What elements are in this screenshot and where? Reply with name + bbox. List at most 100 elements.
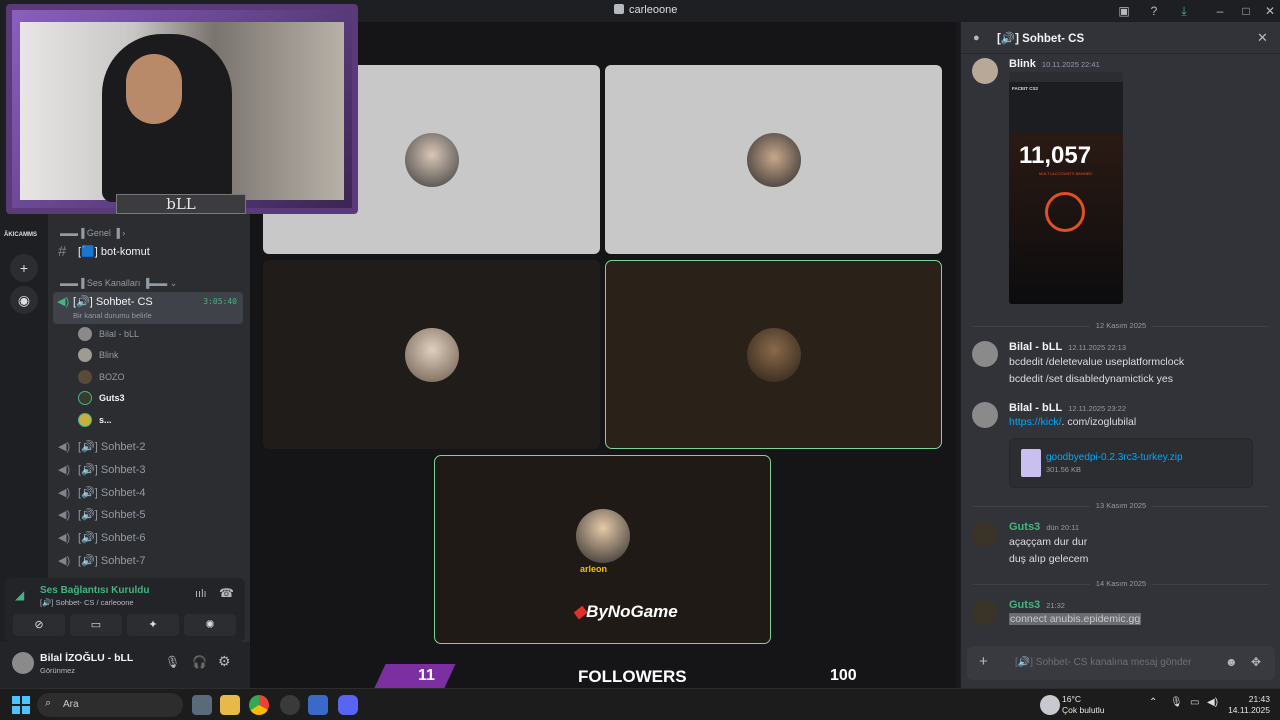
noise-suppression-icon[interactable]: ıılı <box>195 588 207 600</box>
image-attachment[interactable]: FACEIT CS2 11,057 MULTI-ACCOUNTS BANNED <box>1009 72 1123 304</box>
add-attachment-icon[interactable]: + <box>979 653 988 670</box>
participant-tile[interactable] <box>605 65 942 254</box>
attachment-brand: FACEIT CS2 <box>1012 86 1039 91</box>
voice-location[interactable]: [🔊] Sohbet- CS / carleoone <box>40 598 134 607</box>
message-author[interactable]: Guts3 21:32 <box>1009 599 1065 611</box>
followers-progress-fill <box>374 664 456 688</box>
voice-channel[interactable]: ◀) [🔊] Sohbet-6 <box>58 526 146 548</box>
message-author[interactable]: Guts3 dün 20:11 <box>1009 521 1079 533</box>
message-text: açaççam dur dur <box>1009 536 1088 548</box>
speaker-icon <box>614 4 624 14</box>
speaker-icon: ◀) <box>58 554 71 567</box>
server-label[interactable]: ÂKICAMMS <box>4 232 37 238</box>
chevron-up-icon[interactable]: ⌃ <box>1149 697 1157 708</box>
app-icon[interactable] <box>308 695 328 715</box>
activities-button[interactable]: ✦ <box>127 614 179 636</box>
close-window-button[interactable]: ✕ <box>1262 3 1278 19</box>
avatar[interactable] <box>972 58 998 84</box>
chat-title: [🔊] Sohbet- CS <box>997 33 1085 45</box>
weather-temp[interactable]: 16°C <box>1062 694 1081 704</box>
emoji-icon[interactable]: ☻ <box>1225 655 1238 669</box>
category-general[interactable]: ▬▬▐ Genel ▐ › <box>60 228 125 238</box>
hash-icon: # <box>58 242 67 260</box>
clock-date[interactable]: 14.11.2025 <box>1222 705 1270 715</box>
webcam-nameplate: bLL <box>116 194 246 214</box>
date-divider: 14 Kasım 2025 <box>973 579 1269 588</box>
voice-channel[interactable]: ◀) [🔊] Sohbet-2 <box>58 435 146 457</box>
discover-icon[interactable]: ◉ <box>10 286 38 314</box>
weather-desc[interactable]: Çok bulutlu <box>1062 705 1105 715</box>
obs-icon[interactable] <box>280 695 300 715</box>
voice-member[interactable]: BOZO <box>78 367 125 387</box>
voice-member[interactable]: Blink <box>78 345 119 365</box>
clock-time[interactable]: 21:43 <box>1228 694 1270 704</box>
voice-status[interactable]: Ses Bağlantısı Kuruldu <box>40 585 149 596</box>
help-icon[interactable]: ? <box>1146 3 1162 19</box>
add-server-icon[interactable]: + <box>10 254 38 282</box>
mic-tray-icon[interactable]: 🎙 <box>1170 697 1183 708</box>
avatar <box>78 370 92 384</box>
message-input[interactable]: [🔊] Sohbet- CS kanalına mesaj gönder <box>1015 657 1191 668</box>
channel-bot-komut[interactable]: # [🟦] bot-komut <box>58 240 150 262</box>
chrome-icon[interactable] <box>249 695 269 715</box>
avatar[interactable] <box>972 521 998 547</box>
participant-tile-speaking[interactable]: arleon ◆ByNoGame <box>434 455 771 644</box>
apps-icon[interactable]: ✥ <box>1251 655 1261 669</box>
voice-member[interactable]: Guts3 <box>78 388 125 408</box>
voice-channel[interactable]: ◀) [🔊] Sohbet-5 <box>58 503 146 525</box>
download-icon[interactable]: ⤓ <box>1176 3 1192 19</box>
avatar <box>575 509 630 563</box>
disconnect-icon[interactable]: ☎ <box>219 586 234 600</box>
message-link[interactable]: https://kick/ <box>1009 416 1062 428</box>
message-author[interactable]: Blink 10.11.2025 22:41 <box>1009 58 1100 70</box>
avatar <box>78 413 92 427</box>
message-text: bcdedit /deletevalue useplatformclock <box>1009 356 1185 368</box>
message-input-box[interactable]: + [🔊] Sohbet- CS kanalına mesaj gönder ☻… <box>967 646 1275 680</box>
message-author[interactable]: Bilal - bLL 12.11.2025 23:22 <box>1009 402 1126 414</box>
participant-tile-speaking[interactable] <box>605 260 942 449</box>
avatar <box>404 132 459 187</box>
voice-member[interactable]: Bilal - bLL <box>78 324 139 344</box>
weather-icon[interactable] <box>1040 695 1060 715</box>
start-icon[interactable] <box>12 696 30 714</box>
user-name[interactable]: Bilal İZOĞLU - bLL <box>40 652 133 664</box>
volume-icon[interactable]: ◀) <box>1207 697 1218 708</box>
discord-icon[interactable] <box>338 695 358 715</box>
camera-off-button[interactable]: ⊘ <box>13 614 65 636</box>
soundboard-button[interactable]: ✺ <box>184 614 236 636</box>
settings-icon[interactable]: ⚙ <box>218 653 231 670</box>
avatar[interactable] <box>972 402 998 428</box>
network-icon[interactable]: ▭ <box>1190 697 1199 708</box>
avatar-text: arleon <box>580 564 608 574</box>
close-icon[interactable]: ✕ <box>1257 30 1268 46</box>
file-explorer-icon[interactable] <box>220 695 240 715</box>
taskbar-search[interactable]: ⌕ Ara <box>37 693 183 717</box>
signal-icon: ◢ <box>15 588 25 602</box>
attachment-caption: MULTI-ACCOUNTS BANNED <box>1039 171 1093 176</box>
mic-icon[interactable]: 🎙 <box>165 655 180 669</box>
inbox-icon[interactable]: ▣ <box>1116 3 1132 19</box>
file-name[interactable]: goodbyedpi-0.2.3rc3-turkey.zip <box>1046 452 1183 463</box>
avatar[interactable] <box>12 652 34 674</box>
zip-file-icon <box>1021 449 1041 477</box>
screen-share-button[interactable]: ▭ <box>70 614 122 636</box>
category-voice[interactable]: ▬▬▐ Ses Kanalları ▐▬▬ ⌄ <box>60 278 177 289</box>
headphones-icon[interactable]: 🎧 <box>192 655 207 669</box>
voice-member[interactable]: s... <box>78 410 112 430</box>
message-author[interactable]: Bilal - bLL 12.11.2025 22:13 <box>1009 341 1126 353</box>
participant-tile[interactable] <box>263 260 600 449</box>
bynogame-logo: ◆ByNoGame <box>573 602 678 621</box>
file-attachment[interactable]: goodbyedpi-0.2.3rc3-turkey.zip 301.56 KB <box>1009 438 1253 488</box>
voice-connection-panel: ◢ Ses Bağlantısı Kuruldu [🔊] Sohbet- CS … <box>5 578 245 642</box>
voice-channel[interactable]: ◀) [🔊] Sohbet-3 <box>58 458 146 480</box>
avatar[interactable] <box>972 341 998 367</box>
task-view-icon[interactable] <box>192 695 212 715</box>
minimize-button[interactable]: – <box>1212 3 1228 19</box>
voice-channel[interactable]: ◀) [🔊] Sohbet-7 <box>58 549 146 571</box>
avatar[interactable] <box>972 599 998 625</box>
voice-channel[interactable]: ◀) [🔊] Sohbet-4 <box>58 481 146 503</box>
date-divider: 12 Kasım 2025 <box>973 321 1269 330</box>
channel-sohbet-cs[interactable]: ◀) [🔊] Sohbet- CS Bir kanal durumu belir… <box>53 292 243 324</box>
maximize-button[interactable]: □ <box>1238 3 1254 19</box>
channel-status-hint[interactable]: Bir kanal durumu belirle <box>73 311 153 320</box>
